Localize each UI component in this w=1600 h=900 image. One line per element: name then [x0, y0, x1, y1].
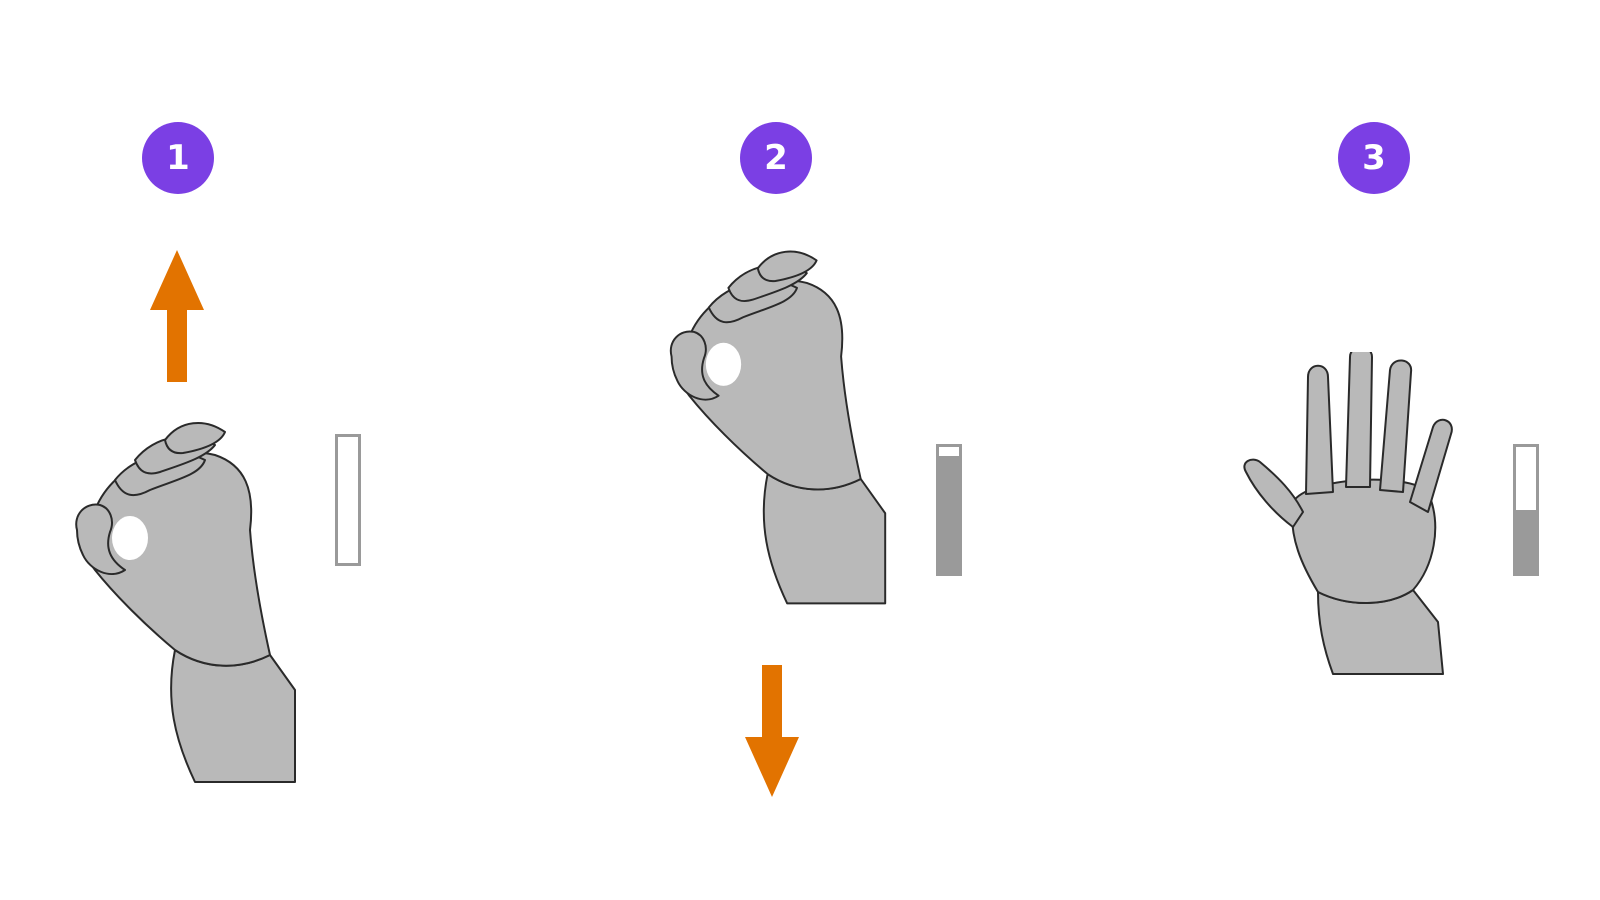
level-meter: [335, 434, 361, 566]
level-meter-fill: [939, 456, 959, 573]
down-arrow-icon: [745, 665, 799, 797]
open-hand-icon: [1243, 352, 1453, 675]
step-1-badge: 1: [142, 122, 214, 194]
level-meter-fill: [1516, 510, 1536, 573]
level-meter: [1513, 444, 1539, 576]
up-arrow-icon: [150, 250, 204, 382]
pinch-hand-icon: [75, 421, 296, 783]
level-meter: [936, 444, 962, 576]
gesture-diagram: 1 2 3: [0, 0, 1600, 900]
step-2-badge: 2: [740, 122, 812, 194]
step-3-badge: 3: [1338, 122, 1410, 194]
pinch-hand-icon: [669, 250, 887, 605]
